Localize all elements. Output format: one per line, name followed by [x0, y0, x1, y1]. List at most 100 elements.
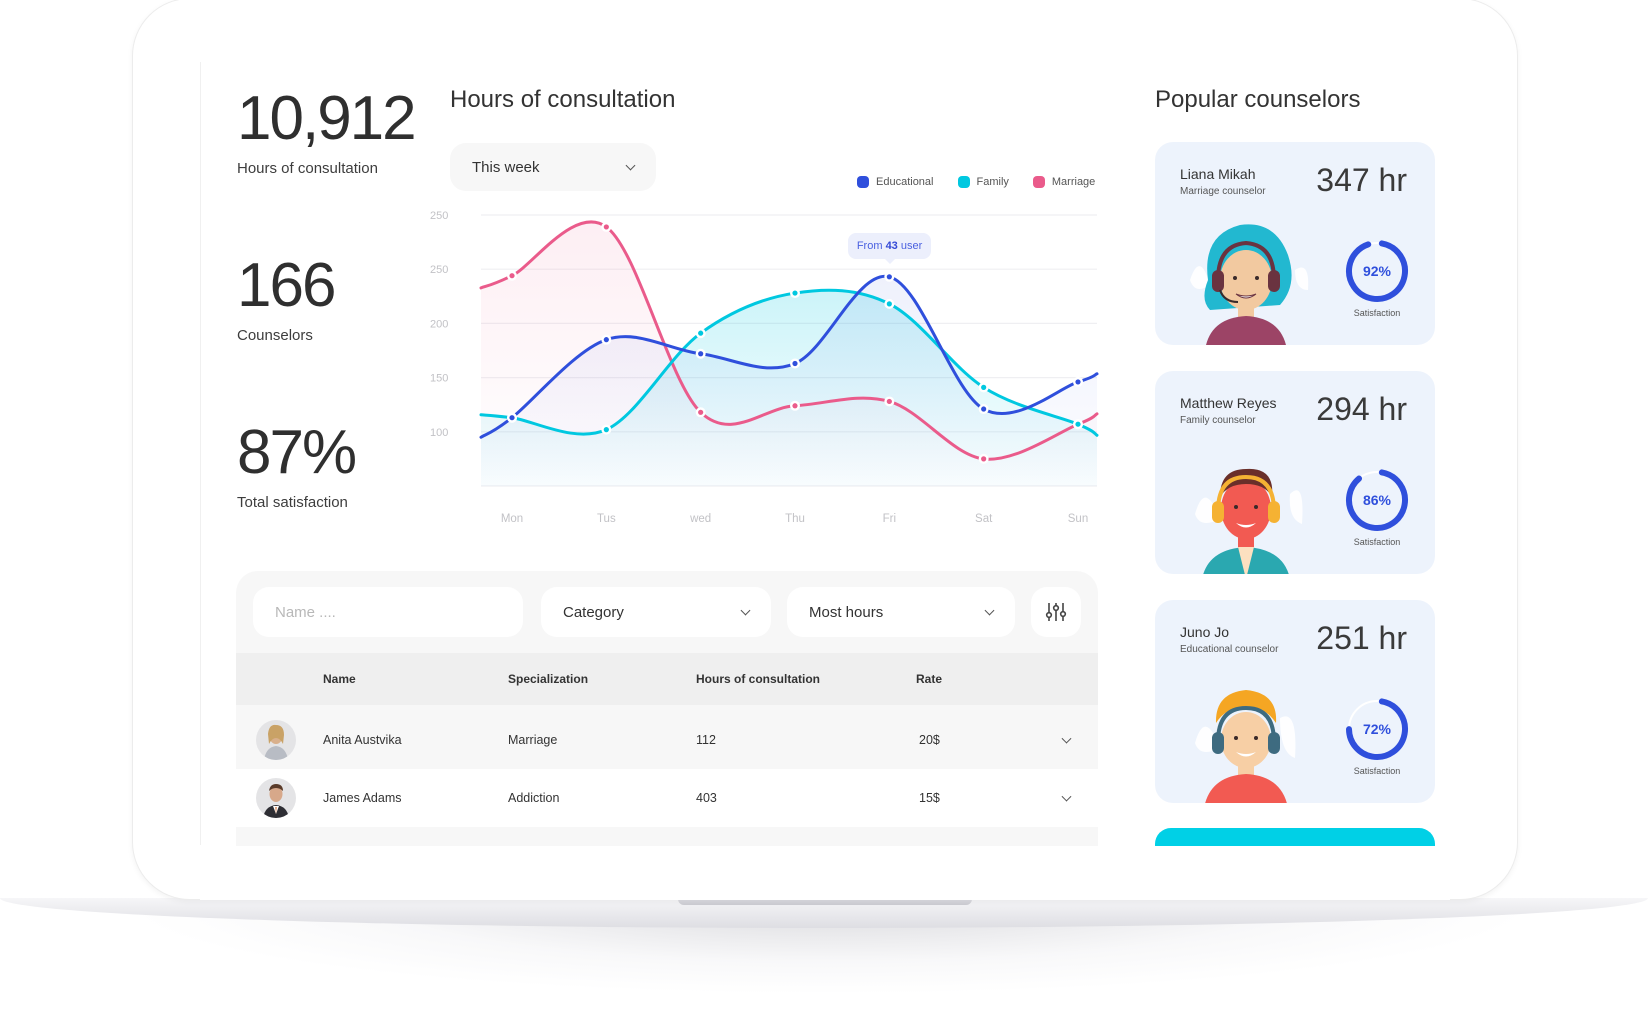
table-row[interactable]: Anita Austvika Marriage 112 20$ — [236, 711, 1098, 769]
point-marriage — [981, 456, 987, 462]
column-header-name[interactable]: Name — [323, 672, 356, 686]
point-family — [886, 301, 892, 307]
stat-label: Total satisfaction — [237, 494, 348, 511]
legend-swatch — [857, 176, 869, 188]
x-tick-label: Mon — [501, 513, 523, 525]
chevron-down-icon — [740, 605, 751, 615]
point-family — [792, 290, 798, 296]
legend-swatch — [1032, 176, 1045, 188]
counselor-illustration — [1195, 690, 1296, 803]
category-dropdown-value: Category — [563, 603, 624, 621]
x-tick-label: Fri — [883, 513, 896, 525]
period-dropdown[interactable]: This week — [450, 143, 656, 191]
y-tick-label: 200 — [430, 318, 448, 330]
y-tick-label: 250 — [430, 264, 448, 276]
row-rate: 20$ — [919, 733, 940, 747]
avatar — [256, 720, 296, 760]
counselor-role: Educational counselor — [1180, 644, 1279, 655]
column-header-hours[interactable]: Hours of consultation — [696, 672, 820, 686]
stat-label: Hours of consultation — [237, 160, 378, 177]
stat-counselors: 166 Counselors — [237, 251, 336, 345]
row-name: James Adams — [323, 791, 402, 805]
popular-counselors-title: Popular counselors — [1155, 86, 1361, 113]
satisfaction-caption: Satisfaction — [1353, 537, 1401, 547]
counselor-card[interactable]: Matthew Reyes Family counselor 294 hr 86… — [1155, 371, 1435, 574]
x-tick-label: Sun — [1068, 513, 1088, 525]
point-family — [698, 330, 704, 336]
point-educational — [792, 360, 798, 367]
row-hours: 112 — [696, 733, 716, 747]
satisfaction-caption: Satisfaction — [1353, 766, 1401, 776]
stat-satisfaction: 87% Total satisfaction — [237, 418, 357, 512]
stat-hours: 10,912 Hours of consultation — [237, 84, 417, 178]
counselor-illustration — [1190, 224, 1309, 345]
point-marriage — [792, 403, 798, 409]
category-dropdown[interactable]: Category — [541, 587, 771, 637]
chart-tooltip: From 43 user — [847, 232, 932, 264]
legend-label: Marriage — [1051, 176, 1096, 188]
sort-dropdown-value: Most hours — [809, 603, 884, 621]
counselor-role: Family counselor — [1180, 415, 1256, 426]
tooltip-prefix: From — [856, 239, 886, 252]
filter-settings-button[interactable] — [1031, 587, 1081, 637]
column-header-specialization[interactable]: Specialization — [508, 672, 588, 686]
row-rate: 15$ — [919, 791, 940, 805]
satisfaction-ring: 92% — [1346, 240, 1408, 302]
counselor-name: Matthew Reyes — [1180, 395, 1277, 411]
point-marriage — [509, 273, 515, 279]
avatar — [256, 778, 296, 818]
point-educational — [981, 406, 987, 412]
counselor-hours: 294 hr — [1316, 391, 1407, 427]
legend-label: Family — [976, 176, 1009, 188]
point-marriage — [698, 409, 704, 415]
table-header: Name Specialization Hours of consultatio… — [236, 653, 1098, 705]
table-row[interactable]: James Adams Addiction 403 15$ — [236, 769, 1098, 827]
tooltip-value: 43 — [885, 239, 898, 252]
x-tick-label: Sat — [975, 513, 993, 525]
legend-item-marriage[interactable]: Marriage — [1032, 176, 1096, 188]
chart-legend: Educational Family Marriage — [857, 176, 1095, 188]
name-search-input[interactable] — [275, 603, 501, 621]
legend-item-educational[interactable]: Educational — [857, 176, 934, 188]
satisfaction-value: 72% — [1363, 721, 1392, 737]
row-hours: 403 — [696, 791, 717, 805]
point-educational — [886, 274, 892, 280]
point-educational — [509, 415, 515, 421]
legend-label: Educational — [876, 176, 934, 188]
point-educational — [1075, 379, 1081, 385]
expand-row-icon[interactable] — [1061, 791, 1072, 802]
satisfaction-value: 92% — [1363, 263, 1392, 279]
stat-value: 10,912 — [237, 84, 417, 153]
x-tick-label: Tus — [597, 513, 616, 525]
counselor-card[interactable]: Juno Jo Educational counselor 251 hr 72%… — [1155, 600, 1435, 803]
counselor-illustration — [1195, 468, 1303, 574]
sort-dropdown[interactable]: Most hours — [787, 587, 1015, 637]
chevron-down-icon — [984, 605, 995, 615]
chart-title: Hours of consultation — [450, 86, 676, 113]
x-tick-label: wed — [689, 513, 711, 525]
consultation-line-chart: 250 250 200 150 100 Mon Tus wed Thu Fri Sat Sun — [430, 210, 1099, 525]
point-educational — [603, 337, 609, 343]
name-search-field[interactable] — [253, 587, 523, 637]
satisfaction-caption: Satisfaction — [1353, 308, 1401, 318]
chevron-down-icon — [625, 160, 636, 170]
counselor-card[interactable]: Liana Mikah Marriage counselor 347 hr 92… — [1155, 142, 1435, 345]
expand-row-icon[interactable] — [1061, 733, 1072, 744]
stat-value: 87% — [237, 418, 357, 487]
counselor-role: Marriage counselor — [1180, 186, 1266, 197]
y-tick-label: 250 — [430, 210, 448, 222]
legend-item-family[interactable]: Family — [957, 176, 1009, 188]
counselor-hours: 251 hr — [1316, 620, 1407, 656]
counselor-name: Liana Mikah — [1180, 166, 1256, 182]
period-dropdown-value: This week — [472, 158, 540, 176]
satisfaction-ring: 72% — [1346, 698, 1408, 760]
counselors-table-panel: Category Most hours Name Specialization … — [236, 571, 1098, 861]
point-marriage — [603, 224, 609, 230]
y-tick-label: 150 — [430, 373, 448, 385]
screen-bottom-mask — [200, 846, 1450, 900]
column-header-rate[interactable]: Rate — [916, 672, 942, 686]
point-marriage — [886, 398, 892, 405]
stat-label: Counselors — [237, 327, 313, 344]
stat-value: 166 — [237, 251, 336, 320]
sliders-icon — [1045, 603, 1067, 621]
